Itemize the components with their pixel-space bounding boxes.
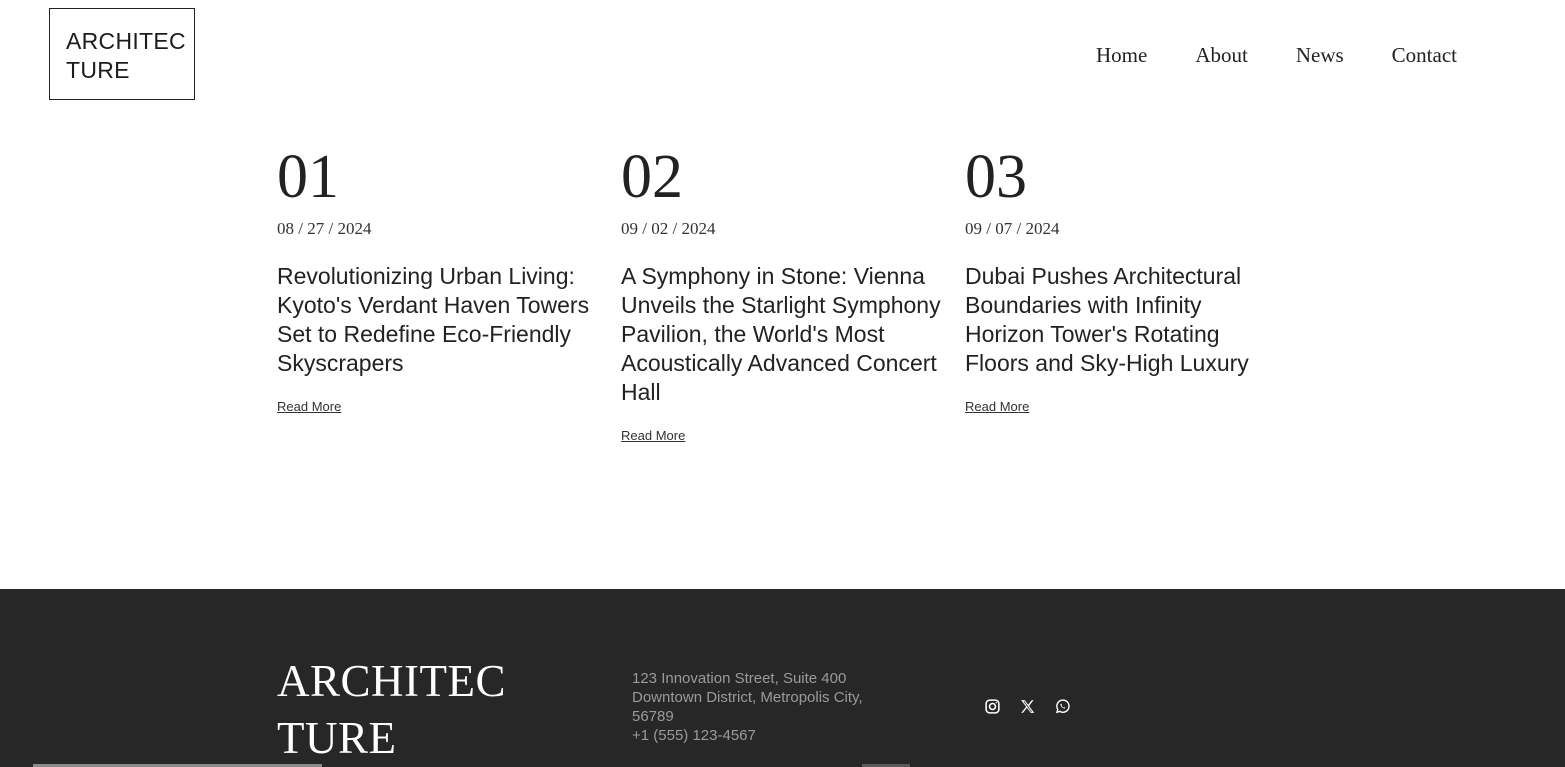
news-title: A Symphony in Stone: Vienna Unveils the … <box>621 263 941 405</box>
whatsapp-icon[interactable] <box>1054 698 1071 715</box>
nav-contact[interactable]: Contact <box>1392 40 1457 70</box>
site-header: ARCHITEC TURE Home About News Contact <box>0 0 1565 110</box>
footer-address: 123 Innovation Street, Suite 400 Downtow… <box>632 669 902 745</box>
footer-logo[interactable]: ARCHITEC TURE <box>277 653 506 767</box>
news-date: 09 / 02 / 2024 <box>621 219 716 238</box>
address-line-3: 56789 <box>632 708 674 725</box>
logo-line-1: ARCHITEC <box>66 28 186 54</box>
address-line-2: Downtown District, Metropolis City, <box>632 689 863 706</box>
site-logo[interactable]: ARCHITEC TURE <box>49 8 195 100</box>
footer-logo-line-2: TURE <box>277 713 397 763</box>
read-more-link[interactable]: Read More <box>965 398 1029 415</box>
logo-line-2: TURE <box>66 57 130 83</box>
footer-logo-line-1: ARCHITEC <box>277 656 506 706</box>
news-title: Dubai Pushes Architectural Boundaries wi… <box>965 263 1249 376</box>
news-date: 08 / 27 / 2024 <box>277 219 372 238</box>
news-date: 09 / 07 / 2024 <box>965 219 1060 238</box>
social-links <box>984 698 1071 715</box>
nav-about[interactable]: About <box>1195 40 1248 70</box>
news-item: 03 09 / 07 / 2024 Dubai Pushes Architect… <box>965 140 1285 416</box>
address-line-1: 123 Innovation Street, Suite 400 <box>632 670 847 687</box>
news-section: 01 08 / 27 / 2024 Revolutionizing Urban … <box>277 140 1277 480</box>
phone-number: +1 (555) 123-4567 <box>632 727 756 744</box>
read-more-link[interactable]: Read More <box>277 398 341 415</box>
news-title: Revolutionizing Urban Living: Kyoto's Ve… <box>277 263 590 376</box>
news-item: 02 09 / 02 / 2024 A Symphony in Stone: V… <box>621 140 941 445</box>
news-number: 03 <box>965 143 1027 211</box>
main-nav: Home About News Contact <box>1096 40 1457 70</box>
nav-news[interactable]: News <box>1296 40 1344 70</box>
x-icon[interactable] <box>1019 698 1036 715</box>
instagram-icon[interactable] <box>984 698 1001 715</box>
news-number: 01 <box>277 143 339 211</box>
site-footer: ARCHITEC TURE 123 Innovation Street, Sui… <box>0 589 1565 767</box>
news-number: 02 <box>621 143 683 211</box>
nav-home[interactable]: Home <box>1096 40 1147 70</box>
read-more-link[interactable]: Read More <box>621 427 685 444</box>
news-item: 01 08 / 27 / 2024 Revolutionizing Urban … <box>277 140 597 416</box>
